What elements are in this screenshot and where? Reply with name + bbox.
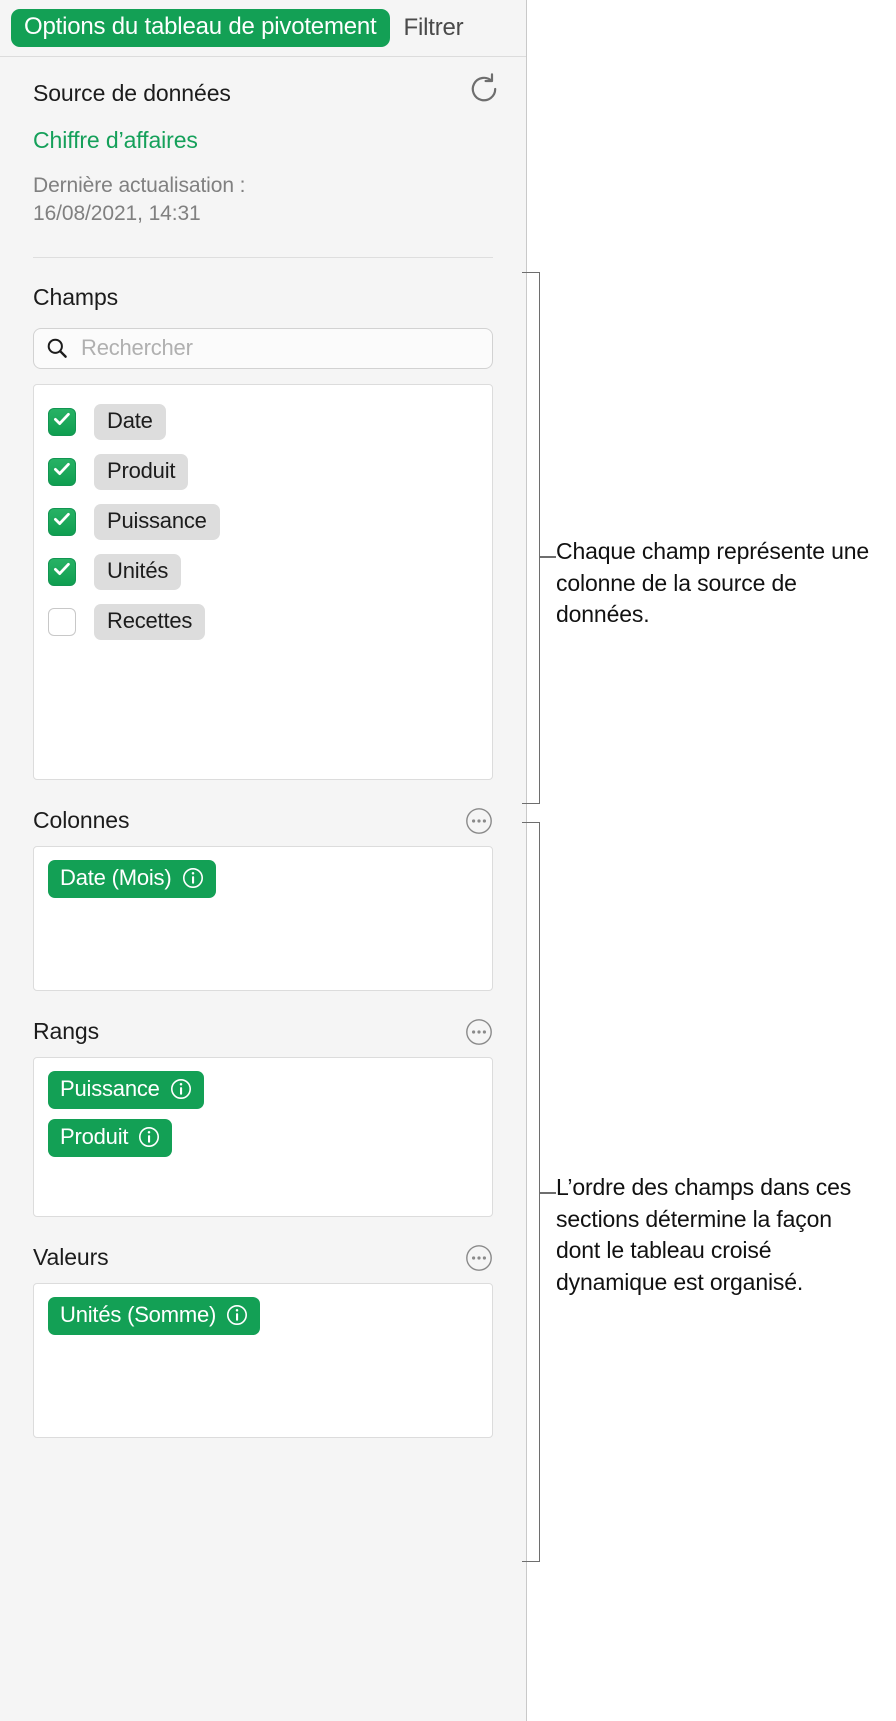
panel-body: Source de données Chiffre d’affaires Der…	[0, 80, 526, 1438]
search-input[interactable]	[79, 334, 480, 362]
more-options-icon[interactable]	[465, 1244, 493, 1272]
pill-label: Date (Mois)	[60, 867, 172, 889]
data-source-name[interactable]: Chiffre d’affaires	[33, 127, 493, 154]
rows-zone-header: Rangs	[33, 1018, 493, 1046]
pivot-table-options-panel: Options du tableau de pivotement Filtrer…	[0, 0, 527, 1721]
values-heading: Valeurs	[33, 1244, 109, 1271]
rows-dropzone[interactable]: Puissance Produit	[33, 1057, 493, 1217]
values-zone-header: Valeurs	[33, 1244, 493, 1272]
more-options-icon[interactable]	[465, 807, 493, 835]
field-label[interactable]: Produit	[94, 454, 188, 490]
callout-zones-description: L’ordre des champs dans ces sections dét…	[556, 1172, 876, 1298]
checkbox-unites[interactable]	[48, 558, 76, 586]
field-row[interactable]: Produit	[34, 447, 492, 497]
callout-leader-zones	[540, 1192, 556, 1194]
more-options-icon[interactable]	[465, 1018, 493, 1046]
checkbox-recettes[interactable]	[48, 608, 76, 636]
last-refresh-label: Dernière actualisation :	[33, 172, 493, 200]
field-row[interactable]: Recettes	[34, 597, 492, 647]
last-refresh-value: 16/08/2021, 14:31	[33, 200, 493, 228]
values-dropzone[interactable]: Unités (Somme)	[33, 1283, 493, 1438]
info-icon[interactable]	[170, 1078, 192, 1100]
fields-list[interactable]: Date Produit	[33, 384, 493, 780]
section-divider	[33, 257, 493, 258]
columns-dropzone[interactable]: Date (Mois)	[33, 846, 493, 991]
field-pill-unites-somme[interactable]: Unités (Somme)	[48, 1297, 260, 1335]
info-icon[interactable]	[182, 867, 204, 889]
last-refresh-text: Dernière actualisation : 16/08/2021, 14:…	[33, 172, 493, 229]
panel-tabbar: Options du tableau de pivotement Filtrer	[0, 0, 526, 57]
field-pill-puissance[interactable]: Puissance	[48, 1071, 204, 1109]
checkbox-puissance[interactable]	[48, 508, 76, 536]
columns-heading: Colonnes	[33, 807, 129, 834]
check-icon	[52, 509, 72, 534]
field-pill-produit[interactable]: Produit	[48, 1119, 172, 1157]
field-label[interactable]: Date	[94, 404, 166, 440]
field-row[interactable]: Unités	[34, 547, 492, 597]
info-icon[interactable]	[138, 1126, 160, 1148]
field-label[interactable]: Unités	[94, 554, 181, 590]
screenshot-root: Options du tableau de pivotement Filtrer…	[0, 0, 896, 1721]
field-label[interactable]: Puissance	[94, 504, 220, 540]
field-row[interactable]: Puissance	[34, 497, 492, 547]
field-row[interactable]: Date	[34, 397, 492, 447]
callout-leader-fields	[540, 556, 556, 558]
search-icon	[46, 337, 68, 359]
rows-heading: Rangs	[33, 1018, 99, 1045]
check-icon	[52, 459, 72, 484]
check-icon	[52, 409, 72, 434]
info-icon[interactable]	[226, 1304, 248, 1326]
pill-label: Unités (Somme)	[60, 1304, 216, 1326]
field-label[interactable]: Recettes	[94, 604, 205, 640]
fields-heading: Champs	[33, 284, 493, 311]
callout-bracket-fields	[522, 272, 540, 804]
columns-zone-header: Colonnes	[33, 807, 493, 835]
tab-filter[interactable]: Filtrer	[390, 14, 464, 42]
refresh-icon[interactable]	[467, 72, 501, 106]
field-pill-date-mois[interactable]: Date (Mois)	[48, 860, 216, 898]
callout-bracket-zones	[522, 822, 540, 1562]
data-source-heading: Source de données	[33, 80, 493, 107]
pill-label: Produit	[60, 1126, 128, 1148]
fields-search-box[interactable]	[33, 328, 493, 369]
tab-pivot-table-options[interactable]: Options du tableau de pivotement	[11, 9, 390, 47]
check-icon	[52, 559, 72, 584]
pill-label: Puissance	[60, 1078, 160, 1100]
callout-fields-description: Chaque champ représente une colonne de l…	[556, 536, 876, 631]
checkbox-date[interactable]	[48, 408, 76, 436]
checkbox-produit[interactable]	[48, 458, 76, 486]
